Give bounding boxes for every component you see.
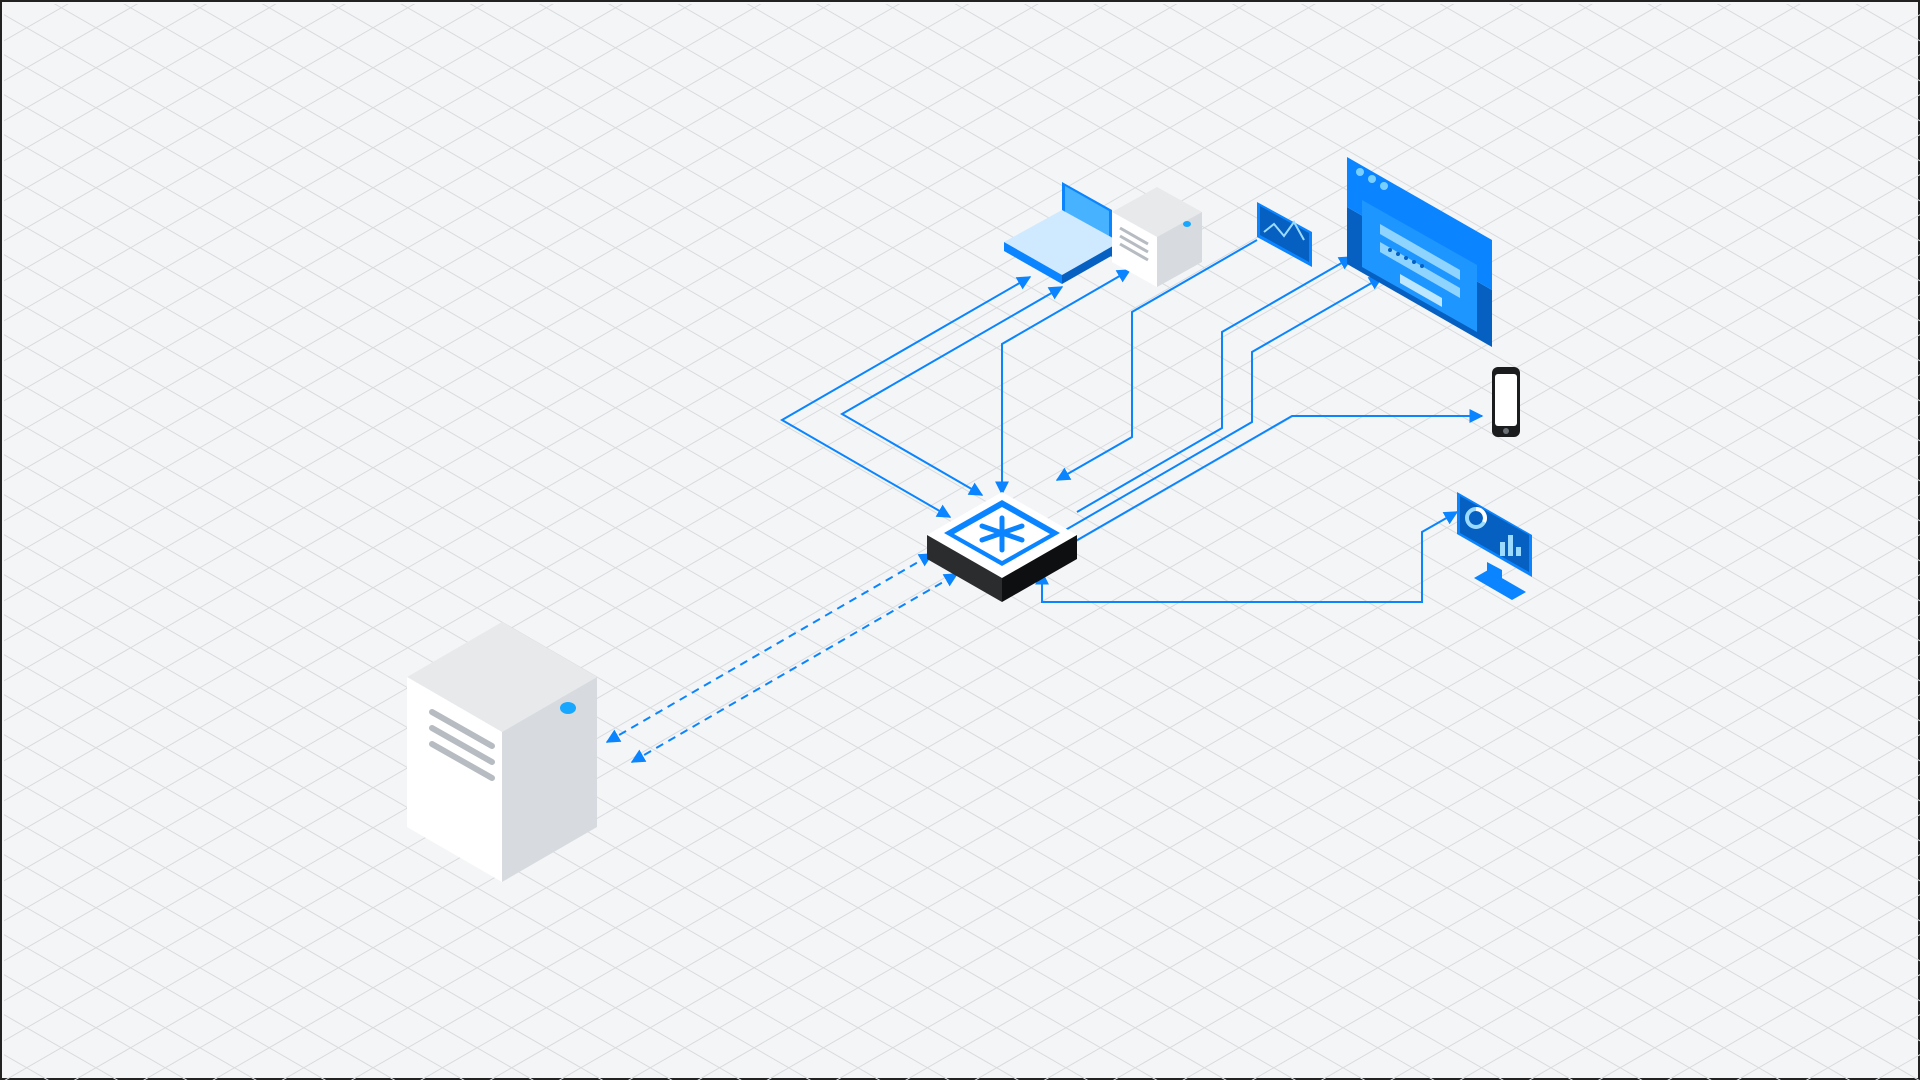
- power-led-icon: [560, 702, 576, 714]
- laptop-icon: [1004, 182, 1120, 284]
- metrics-card-icon: [1257, 202, 1312, 267]
- edge-hub-browser: [1062, 257, 1382, 532]
- diagram-svg: [2, 2, 1920, 1080]
- dashboard-monitor-icon: [1457, 492, 1532, 600]
- integration-hub: [927, 492, 1077, 602]
- diagram-canvas: [0, 0, 1920, 1080]
- mobile-phone-icon: [1492, 367, 1520, 437]
- edge-smallserver-hub: [1002, 270, 1130, 494]
- browser-login-icon: [1347, 157, 1492, 347]
- edge-server-hub: [607, 554, 957, 762]
- server-tower: [407, 622, 597, 882]
